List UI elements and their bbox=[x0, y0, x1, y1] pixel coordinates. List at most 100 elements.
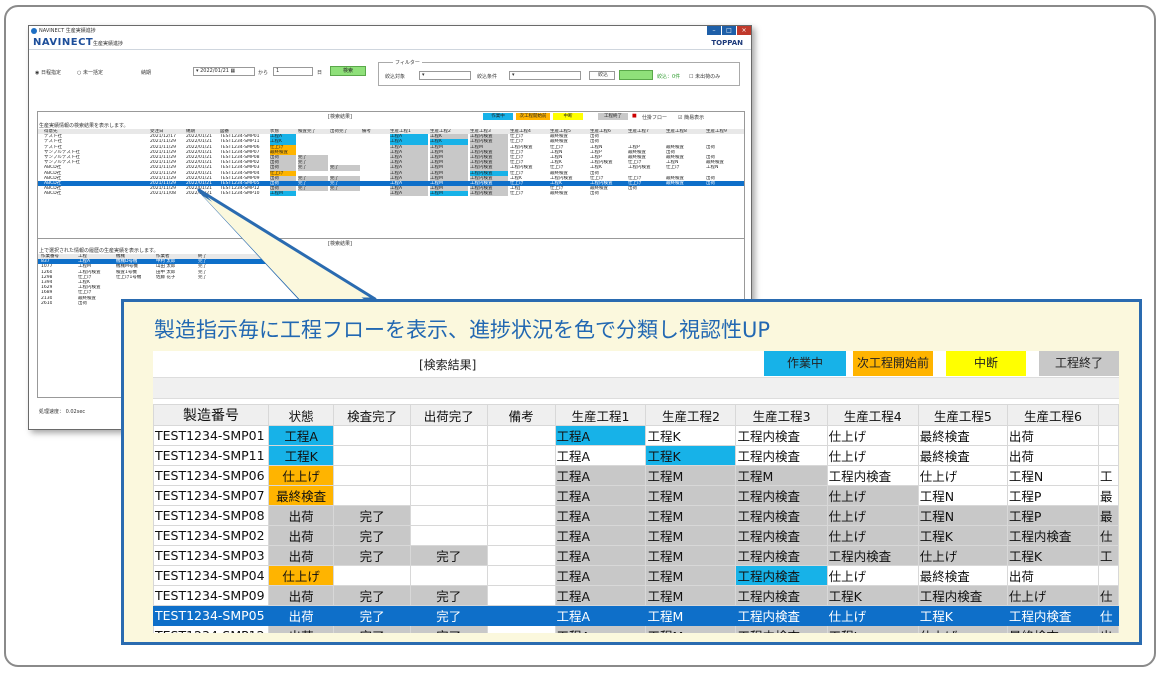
process-cell: 工程A bbox=[554, 485, 647, 506]
process-cell: 工程N bbox=[1006, 465, 1100, 486]
table-row[interactable]: TEST1234-SMP08 出荷 完了 工程A 工程M 工程内検査 仕上げ 工程N 工程P 最 bbox=[153, 505, 1119, 526]
flag-cell bbox=[486, 505, 556, 526]
order-number-cell: TEST1234-SMP06 bbox=[153, 465, 269, 486]
column-header[interactable]: 生産工程3 bbox=[735, 404, 828, 426]
process-cell: 工程P bbox=[1006, 505, 1100, 526]
flag-cell: 完了 bbox=[409, 545, 488, 566]
flag-cell: 完了 bbox=[333, 505, 411, 526]
process-cell: 工程M bbox=[645, 625, 737, 633]
order-number-cell: TEST1234-SMP08 bbox=[153, 505, 269, 526]
flag-cell bbox=[486, 525, 556, 546]
flag-cell bbox=[409, 425, 488, 446]
flag-cell bbox=[486, 605, 556, 626]
process-cell bbox=[1098, 565, 1119, 586]
process-cell: 最終検査 bbox=[917, 425, 1008, 446]
status-cell: 仕上げ bbox=[267, 565, 335, 586]
table-row[interactable]: TEST1234-SMP03 出荷 完了 完了 工程A 工程M 工程内検査 工程内検査 仕上げ工… bbox=[153, 545, 1119, 566]
process-cell: 工程N bbox=[917, 485, 1008, 506]
process-cell: 工程内検査 bbox=[735, 425, 828, 446]
column-header[interactable]: 備考 bbox=[486, 404, 556, 426]
process-cell: 仕上げ bbox=[826, 505, 919, 526]
table-row[interactable]: TEST1234-SMP02 出荷 完了 工程A 工程M 工程内検査 仕上げ 工程K 工程内検査… bbox=[153, 525, 1119, 546]
flag-cell bbox=[333, 465, 411, 486]
process-cell: 仕上げ bbox=[826, 485, 919, 506]
flag-cell: 完了 bbox=[333, 605, 411, 626]
process-cell: 工程A bbox=[554, 425, 647, 446]
process-cell: 最 bbox=[1098, 505, 1119, 526]
flag-cell bbox=[486, 585, 556, 606]
process-cell: 仕上げ bbox=[826, 565, 919, 586]
status-cell: 工程A bbox=[267, 425, 335, 446]
process-cell: 工程内検査 bbox=[735, 625, 828, 633]
column-header[interactable]: 検査完了 bbox=[333, 404, 411, 426]
zoom-header-bar: [検索結果] 作業中 次工程開始前 中断 工程終了 bbox=[153, 351, 1119, 377]
status-cell: 出荷 bbox=[267, 625, 335, 633]
column-header[interactable]: 生産工程1 bbox=[554, 404, 647, 426]
process-cell: 最 bbox=[1098, 485, 1119, 506]
table-row[interactable]: TEST1234-SMP07 最終検査 工程A 工程M 工程内検査 仕上げ 工程N 工程P 最 bbox=[153, 485, 1119, 506]
process-cell: 工程A bbox=[554, 585, 647, 606]
process-cell: 工程M bbox=[645, 545, 737, 566]
flag-cell bbox=[333, 425, 411, 446]
column-header[interactable]: 出荷完了 bbox=[409, 404, 488, 426]
table-row[interactable]: TEST1234-SMP06 仕上げ 工程A 工程M 工程M 工程内検査 仕上げ 工程N 工 bbox=[153, 465, 1119, 486]
process-cell bbox=[1098, 445, 1119, 466]
flag-cell bbox=[409, 525, 488, 546]
table-row[interactable]: TEST1234-SMP12出荷完了完了工程A工程M工程内検査工程J仕上げ最終検… bbox=[153, 625, 1119, 633]
process-cell: 工程M bbox=[645, 485, 737, 506]
flag-cell: 完了 bbox=[409, 585, 488, 606]
process-cell: 工程A bbox=[554, 545, 647, 566]
process-cell: 仕上げ bbox=[917, 545, 1008, 566]
zoom-result-label: [検索結果] bbox=[419, 358, 477, 372]
flag-cell bbox=[333, 485, 411, 506]
table-row[interactable]: TEST1234-SMP09 出荷 完了 完了 工程A 工程M 工程内検査 工程K 工程内検査仕… bbox=[153, 585, 1119, 606]
process-cell: 工程M bbox=[735, 465, 828, 486]
flag-cell bbox=[409, 465, 488, 486]
zoom-toolbar-band bbox=[153, 377, 1119, 399]
status-cell: 工程K bbox=[267, 445, 335, 466]
column-header[interactable]: 生産工程2 bbox=[645, 404, 737, 426]
flag-cell: 完了 bbox=[333, 625, 411, 633]
flag-cell bbox=[486, 445, 556, 466]
process-cell: 工程K bbox=[1006, 545, 1100, 566]
process-cell: 工程内検査 bbox=[826, 545, 919, 566]
legend-suspended: 中断 bbox=[946, 351, 1026, 376]
flag-cell: 完了 bbox=[333, 585, 411, 606]
status-cell: 出荷 bbox=[267, 605, 335, 626]
process-cell: 工程A bbox=[554, 625, 647, 633]
table-row[interactable]: TEST1234-SMP05 出荷 完了 完了 工程A 工程M 工程内検査 仕上げ 工程K 工程内… bbox=[153, 605, 1119, 626]
process-cell: 出荷 bbox=[1006, 565, 1100, 586]
order-number-cell: TEST1234-SMP09 bbox=[153, 585, 269, 606]
column-header[interactable]: 生産工程5 bbox=[917, 404, 1008, 426]
process-cell: 工程A bbox=[554, 445, 647, 466]
column-header[interactable]: 状態 bbox=[267, 404, 335, 426]
order-number-cell: TEST1234-SMP03 bbox=[153, 545, 269, 566]
table-row[interactable]: TEST1234-SMP11 工程K 工程A 工程K 工程内検査 仕上げ 最終検査 出荷 bbox=[153, 445, 1119, 466]
status-cell: 仕上げ bbox=[267, 465, 335, 486]
process-cell bbox=[1098, 425, 1119, 446]
process-cell: 出 bbox=[1098, 625, 1119, 633]
column-header[interactable]: 生産工程4 bbox=[826, 404, 919, 426]
process-cell: 工程N bbox=[917, 505, 1008, 526]
table-row[interactable]: TEST1234-SMP04 仕上げ 工程A 工程M 工程内検査 仕上げ 最終検査 出荷 bbox=[153, 565, 1119, 586]
process-cell: 工程M bbox=[645, 565, 737, 586]
process-cell: 仕上げ bbox=[917, 625, 1008, 633]
flag-cell bbox=[486, 425, 556, 446]
process-cell: 仕 bbox=[1098, 525, 1119, 546]
order-number-cell: TEST1234-SMP02 bbox=[153, 525, 269, 546]
flag-cell: 完了 bbox=[333, 525, 411, 546]
flag-cell bbox=[486, 565, 556, 586]
flag-cell: 完了 bbox=[409, 625, 488, 633]
column-header[interactable]: 生産工程6 bbox=[1006, 404, 1100, 426]
column-header[interactable]: 製造番号 bbox=[153, 404, 269, 426]
flag-cell bbox=[409, 565, 488, 586]
process-cell: 工程M bbox=[645, 465, 737, 486]
process-cell: 工程M bbox=[645, 585, 737, 606]
zoomed-result-view: [検索結果] 作業中 次工程開始前 中断 工程終了 製造番号 状態 検査完了 出荷完了… bbox=[153, 351, 1119, 633]
status-cell: 出荷 bbox=[267, 525, 335, 546]
process-cell: 工程内検査 bbox=[735, 485, 828, 506]
table-row[interactable]: TEST1234-SMP01 工程A 工程A 工程K 工程内検査 仕上げ 最終検査 出荷 bbox=[153, 425, 1119, 446]
process-cell: 工 bbox=[1098, 465, 1119, 486]
flag-cell bbox=[333, 445, 411, 466]
flag-cell bbox=[409, 445, 488, 466]
